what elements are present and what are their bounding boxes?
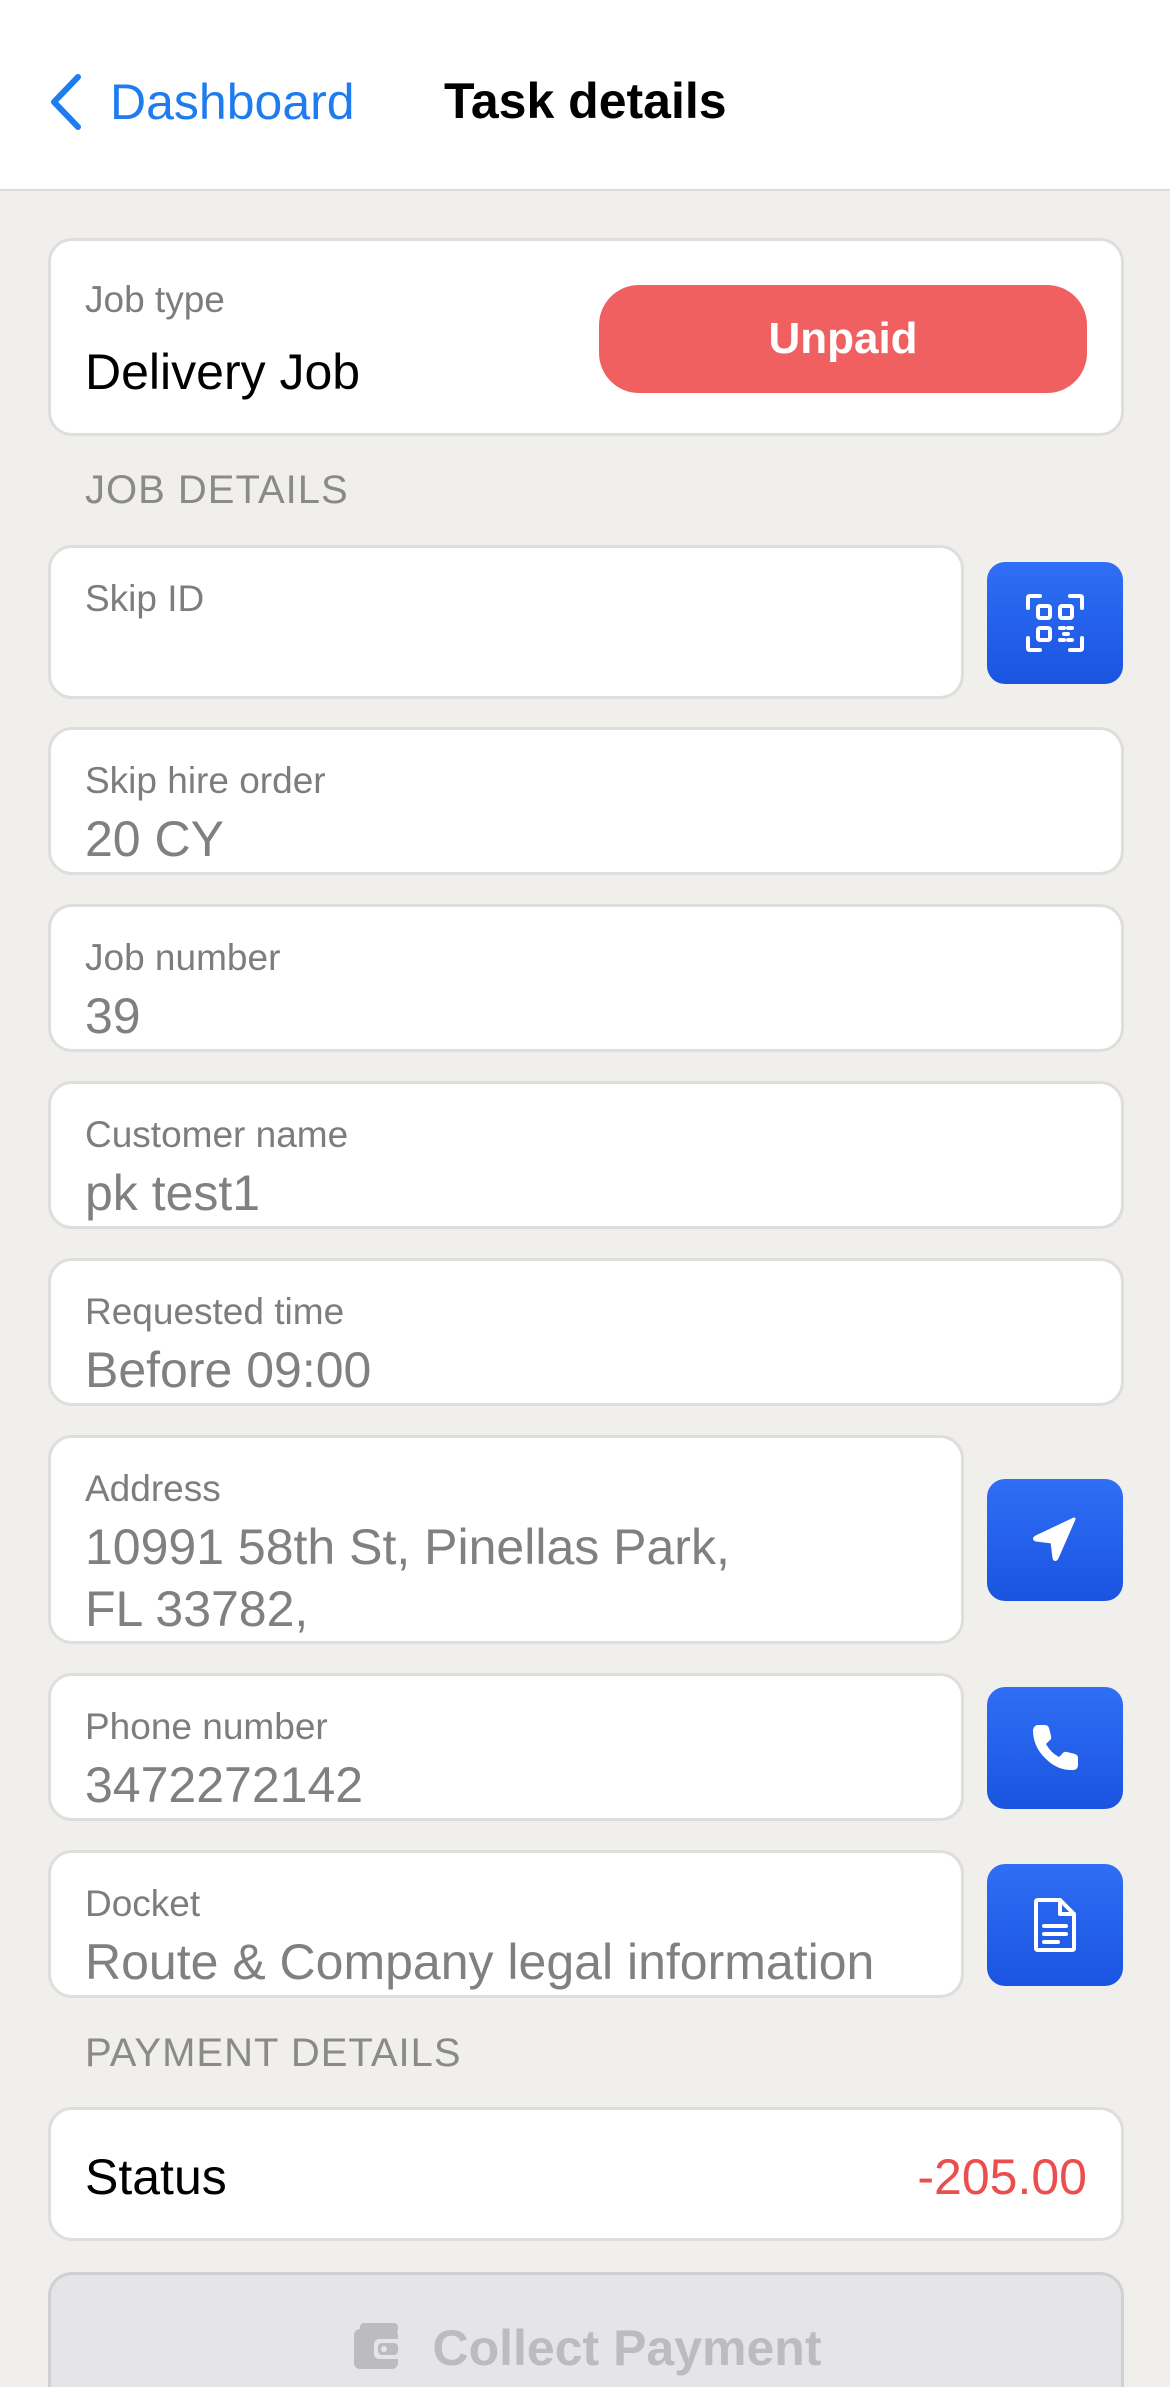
page-title: Task details (444, 73, 727, 129)
back-button-label: Dashboard (110, 74, 355, 130)
job-type-value: Delivery Job (85, 344, 361, 400)
job-number-value: 39 (85, 988, 141, 1044)
document-icon (1034, 1898, 1076, 1952)
status-label: Status (85, 2149, 227, 2205)
scan-qr-button[interactable] (987, 562, 1123, 684)
back-button[interactable]: Dashboard (48, 70, 355, 134)
address-value: 10991 58th St, Pinellas Park, FL 33782, (85, 1516, 730, 1640)
docket-value: Route & Company legal information (85, 1934, 875, 1990)
view-docket-button[interactable] (987, 1864, 1123, 1986)
phone-number-field: Phone number 3472272142 (48, 1673, 964, 1821)
job-details-section-header: JOB DETAILS (85, 468, 349, 512)
requested-time-value: Before 09:00 (85, 1342, 372, 1398)
requested-time-label: Requested time (85, 1291, 345, 1332)
collect-payment-button[interactable]: Collect Payment (48, 2272, 1124, 2387)
navigation-arrow-icon (1033, 1517, 1076, 1561)
skip-id-field[interactable]: Skip ID (48, 545, 964, 699)
address-field: Address 10991 58th St, Pinellas Park, FL… (48, 1435, 964, 1644)
payment-status-card: Status -205.00 (48, 2107, 1124, 2241)
skip-hire-order-label: Skip hire order (85, 760, 326, 801)
address-line-1: 10991 58th St, Pinellas Park, (85, 1519, 730, 1575)
navigate-button[interactable] (987, 1479, 1123, 1601)
docket-field: Docket Route & Company legal information (48, 1850, 964, 1998)
payment-details-section-header: PAYMENT DETAILS (85, 2031, 462, 2075)
address-line-2: FL 33782, (85, 1581, 309, 1637)
phone-number-label: Phone number (85, 1706, 328, 1747)
call-button[interactable] (987, 1687, 1123, 1809)
chevron-left-icon (51, 74, 81, 130)
qr-code-icon (1026, 594, 1084, 652)
skip-id-label: Skip ID (85, 578, 205, 619)
skip-hire-order-value: 20 CY (85, 811, 224, 867)
job-number-field: Job number 39 (48, 904, 1124, 1052)
job-type-card: Job type Delivery Job Unpaid (48, 238, 1124, 436)
address-label: Address (85, 1468, 221, 1509)
customer-name-field: Customer name pk test1 (48, 1081, 1124, 1229)
skip-hire-order-field: Skip hire order 20 CY (48, 727, 1124, 875)
phone-number-value: 3472272142 (85, 1757, 364, 1813)
collect-payment-label: Collect Payment (432, 2320, 822, 2376)
payment-status-badge: Unpaid (599, 285, 1087, 393)
job-number-label: Job number (85, 937, 281, 978)
wallet-icon (354, 2323, 403, 2369)
customer-name-value: pk test1 (85, 1165, 261, 1221)
job-type-label: Job type (85, 279, 225, 320)
customer-name-label: Customer name (85, 1114, 349, 1155)
status-amount: -205.00 (917, 2149, 1087, 2205)
phone-icon (1033, 1725, 1078, 1771)
docket-label: Docket (85, 1883, 201, 1924)
requested-time-field: Requested time Before 09:00 (48, 1258, 1124, 1406)
navigation-bar: Dashboard Task details (0, 0, 1170, 191)
